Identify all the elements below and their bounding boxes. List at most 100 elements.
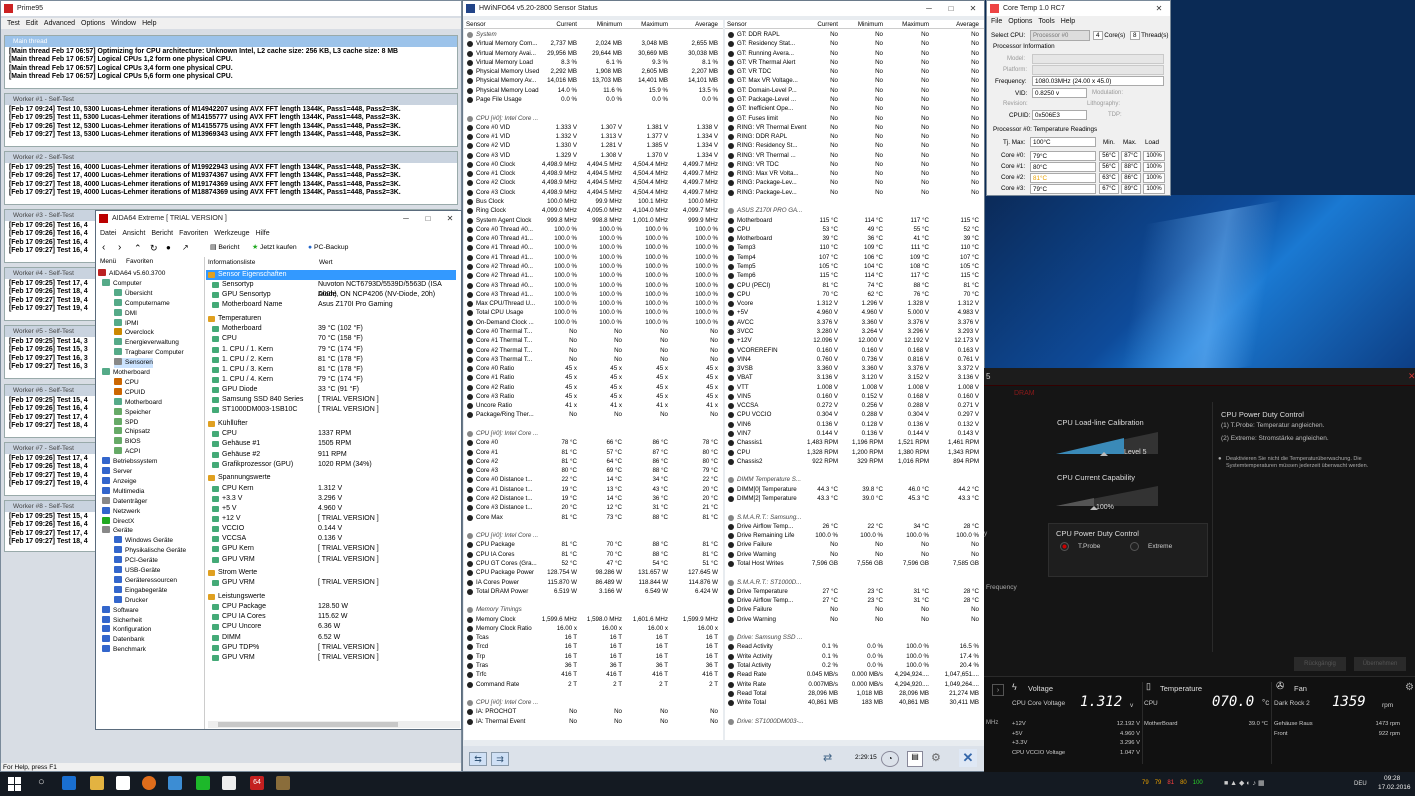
tree-item[interactable]: Netzwerk [102, 506, 140, 517]
sensor-group-header[interactable]: System [464, 30, 723, 39]
sensor-group-header[interactable]: CPU [#0]: Intel Core ... [464, 114, 723, 123]
sensor-row[interactable]: Core Max 81 °C 73 °C 88 °C 81 °C [464, 513, 723, 522]
sensor-row[interactable]: VIN6 0.136 V 0.128 V 0.136 V 0.132 V [725, 420, 984, 429]
section-header[interactable]: Leistungswerte [206, 592, 456, 602]
sensor-row[interactable]: Write Total 40,861 MB 183 MB 40,861 MB 30,41… [725, 698, 984, 707]
table-header[interactable]: Sensor Current Minimum Maximum Average [464, 20, 723, 30]
chart-icon[interactable]: ↗ [182, 240, 189, 256]
forward-icon[interactable]: › [118, 240, 121, 256]
sensor-row[interactable]: Temp5 105 °C 104 °C 108 °C 105 °C [725, 262, 984, 271]
menu-datei[interactable]: Datei [100, 230, 116, 237]
sensor-row[interactable]: Core #0 Thread #0... 100.0 % 100.0 % 100.0 … [464, 225, 723, 234]
sensor-row[interactable]: VIN7 0.144 V 0.136 V 0.144 V 0.143 V [725, 429, 984, 438]
sensor-row[interactable]: RING: VR TDC No No No No [725, 160, 984, 169]
tree-item[interactable]: Software [102, 605, 139, 616]
sensor-row[interactable]: Core #0 VID 1.333 V 1.307 V 1.381 V 1.338 V [464, 123, 723, 132]
sensor-row[interactable]: GT: Package-Level ... No No No No [725, 95, 984, 104]
sensor-row[interactable]: CPU (PECI) 81 °C 74 °C 88 °C 81 °C [725, 281, 984, 290]
sensor-row[interactable]: Temp3 110 °C 109 °C 111 °C 110 °C [725, 243, 984, 252]
sensor-row[interactable]: Core #2 Ratio 45 x 45 x 45 x 45 x [464, 383, 723, 392]
sensor-row[interactable]: RING: DDR RAPL No No No No [725, 132, 984, 141]
tree-item[interactable]: Betriebssystem [102, 457, 157, 467]
clock-icon[interactable]: ◔ [881, 751, 899, 767]
tray-temperatures[interactable]: 79 79 81 80 100 [1142, 780, 1209, 786]
sensor-row[interactable]: Core #2 Distance t... 19 °C 14 °C 36 °C 20 °… [464, 494, 723, 503]
worker2-pane[interactable]: Worker #2 - Self-Test [Feb 17 09:25] Tes… [4, 151, 458, 205]
sensor-row[interactable]: GT: DDR RAPL No No No No [725, 30, 984, 39]
table-row[interactable]: VCCSA 0.136 V [206, 534, 456, 544]
sensor-row[interactable]: Core #3 Distance t... 20 °C 12 °C 31 °C 21 °… [464, 503, 723, 512]
sensor-row[interactable]: Total Host Writes 7,596 GB 7,556 GB 7,596 G… [725, 559, 984, 568]
table-row[interactable]: 1. CPU / 3. Kern 81 °C (178 °F) [206, 365, 456, 375]
sensor-group-header[interactable] [464, 522, 723, 531]
sensor-row[interactable]: Drive Airflow Temp... 26 °C 22 °C 34 °C 28 °… [725, 522, 984, 531]
sensor-row[interactable]: Trfc 416 T 416 T 416 T 416 T [464, 670, 723, 679]
sensor-row[interactable]: IA Cores Power 115.870 W 86.489 W 118.844 W… [464, 578, 723, 587]
undo-button[interactable]: Rückgängig [1294, 657, 1346, 671]
sensor-row[interactable]: Motherboard 39 °C 36 °C 41 °C 39 °C [725, 234, 984, 243]
extreme-radio[interactable] [1130, 542, 1139, 551]
edge-icon[interactable] [62, 776, 76, 790]
sensor-row[interactable]: On-Demand Clock ... 100.0 % 100.0 % 100.0 %… [464, 318, 723, 327]
sensor-table[interactable]: Sensor Eigenschaften Sensortyp Nuvoton NCT… [206, 270, 461, 720]
sensor-row[interactable]: Core #2 81 °C 64 °C 86 °C 80 °C [464, 457, 723, 466]
sensor-row[interactable]: +5V 4.960 V 4.960 V 5.000 V 4.983 V [725, 308, 984, 317]
table-row[interactable]: 1. CPU / 4. Kern 79 °C (174 °F) [206, 375, 456, 385]
tree-item[interactable]: Motherboard [102, 368, 150, 378]
sensor-group-header[interactable]: ASUS Z170I PRO GA... [725, 206, 984, 215]
section-header[interactable]: Kühllüfter [206, 419, 456, 429]
sensor-row[interactable]: Package/Ring Ther... No No No No [464, 410, 723, 419]
tree-item[interactable]: Energieverwaltung [114, 338, 179, 348]
sensor-row[interactable]: CPU Package Power 128.754 W 98.286 W 131.65… [464, 568, 723, 577]
tree-item[interactable]: CPU [114, 377, 139, 388]
sensor-row[interactable]: Memory Clock 1,599.6 MHz 1,598.0 MHz 1,601.… [464, 615, 723, 624]
sensor-row[interactable]: GT: Residency Stat... No No No No [725, 39, 984, 48]
sensor-row[interactable]: RING: Residency St... No No No No [725, 141, 984, 150]
sensor-group-header[interactable]: Drive: ST1000DM003-... [725, 717, 984, 726]
tree-item[interactable]: Sicherheit [102, 615, 142, 626]
tree-item[interactable]: Physikalische Geräte [114, 546, 186, 556]
menu-window[interactable]: Window [111, 20, 136, 27]
tree-item[interactable]: Windows Geräte [114, 536, 173, 546]
close-button[interactable]: ✕ [1148, 1, 1170, 16]
tab-favoriten[interactable]: Favoriten [126, 258, 153, 265]
tree-item[interactable]: CPUID [114, 387, 145, 398]
search-icon[interactable]: ○ [38, 776, 45, 788]
sensor-group-header[interactable] [725, 624, 984, 633]
sensor-row[interactable]: GT: VR TDC No No No No [725, 67, 984, 76]
sensor-row[interactable]: Drive Failure No No No No [725, 540, 984, 549]
sensor-row[interactable]: RING: Package-Lev... No No No No [725, 178, 984, 187]
menu-tools[interactable]: Tools [1038, 18, 1054, 25]
sensor-row[interactable]: RING: Max VR Volta... No No No No [725, 169, 984, 178]
backup-button[interactable]: ● PC-Backup [308, 240, 348, 256]
tree-item[interactable]: Eingabegeräte [114, 585, 167, 596]
tab-dram[interactable]: DRAM [1014, 390, 1035, 397]
tree-item[interactable]: ACPI [114, 447, 140, 457]
table-header[interactable]: Sensor Current Minimum Maximum Average [725, 20, 984, 30]
tree-item[interactable]: USB-Geräte [114, 566, 160, 576]
apply-button[interactable]: Übernehmen [1354, 657, 1406, 671]
sensor-list-left[interactable]: Sensor Current Minimum Maximum Average System… [464, 20, 723, 740]
sensor-row[interactable]: Core #0 78 °C 66 °C 86 °C 78 °C [464, 438, 723, 447]
sensor-row[interactable]: Vcore 1.312 V 1.296 V 1.328 V 1.312 V [725, 299, 984, 308]
sensor-row[interactable]: Core #1 Thread #1... 100.0 % 100.0 % 100.0 … [464, 253, 723, 262]
sensor-group-header[interactable] [464, 596, 723, 605]
sensor-row[interactable]: Trp 16 T 16 T 16 T 16 T [464, 652, 723, 661]
sensor-row[interactable]: Drive Airflow Temp... 27 °C 23 °C 31 °C 28 °… [725, 596, 984, 605]
tree-item[interactable]: DirectX [102, 516, 134, 527]
sensor-row[interactable]: Core #2 Thread #1... 100.0 % 100.0 % 100.0 … [464, 271, 723, 280]
sensor-row[interactable]: CPU Package 81 °C 70 °C 88 °C 81 °C [464, 540, 723, 549]
sensor-row[interactable]: Trcd 16 T 16 T 16 T 16 T [464, 642, 723, 651]
sensor-row[interactable]: Core #2 Thread #0... 100.0 % 100.0 % 100.0 … [464, 262, 723, 271]
sensor-group-header[interactable]: Drive: Samsung SSD ... [725, 633, 984, 642]
table-row[interactable]: Grafikprozessor (GPU) 1020 RPM (34%) [206, 460, 456, 470]
sensor-row[interactable]: VIN4 0.760 V 0.736 V 0.816 V 0.761 V [725, 355, 984, 364]
menu-test[interactable]: Test [7, 20, 20, 27]
sensor-row[interactable]: Core #3 Clock 4,498.9 MHz 4,494.5 MHz 4,504… [464, 188, 723, 197]
sensor-row[interactable]: Write Activity 0.1 % 0.0 % 100.0 % 17.4 % [725, 652, 984, 661]
sensor-row[interactable]: Temp4 107 °C 106 °C 109 °C 107 °C [725, 253, 984, 262]
tree-item[interactable]: Motherboard [114, 397, 162, 408]
sensor-list-right[interactable]: Sensor Current Minimum Maximum Average GT: DD… [725, 20, 984, 740]
llc-level-graph[interactable] [1054, 430, 1164, 460]
sensor-row[interactable]: Total DRAM Power 6.519 W 3.166 W 6.549 W 6.4… [464, 587, 723, 596]
